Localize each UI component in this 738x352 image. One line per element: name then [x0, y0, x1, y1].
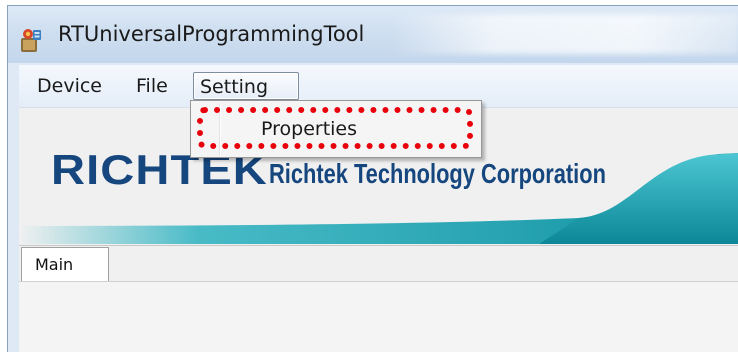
setting-dropdown-menu: Properties — [190, 100, 482, 158]
title-bar-glare — [388, 14, 738, 54]
menu-device[interactable]: Device — [31, 72, 108, 100]
tab-main[interactable]: Main — [21, 247, 109, 283]
tab-panel-main — [19, 281, 738, 352]
company-name: Richtek Technology Corporation — [269, 158, 606, 189]
menu-item-properties[interactable]: Properties — [261, 118, 357, 140]
menu-file[interactable]: File — [130, 72, 174, 100]
tab-strip: Main — [19, 245, 738, 283]
menu-setting[interactable]: Setting — [193, 72, 299, 100]
title-bar[interactable]: RTUniversalProgrammingTool — [8, 6, 738, 63]
app-icon[interactable] — [17, 26, 45, 54]
app-window: RTUniversalProgrammingTool Device File S… — [7, 5, 738, 352]
window-title: RTUniversalProgrammingTool — [58, 22, 365, 46]
